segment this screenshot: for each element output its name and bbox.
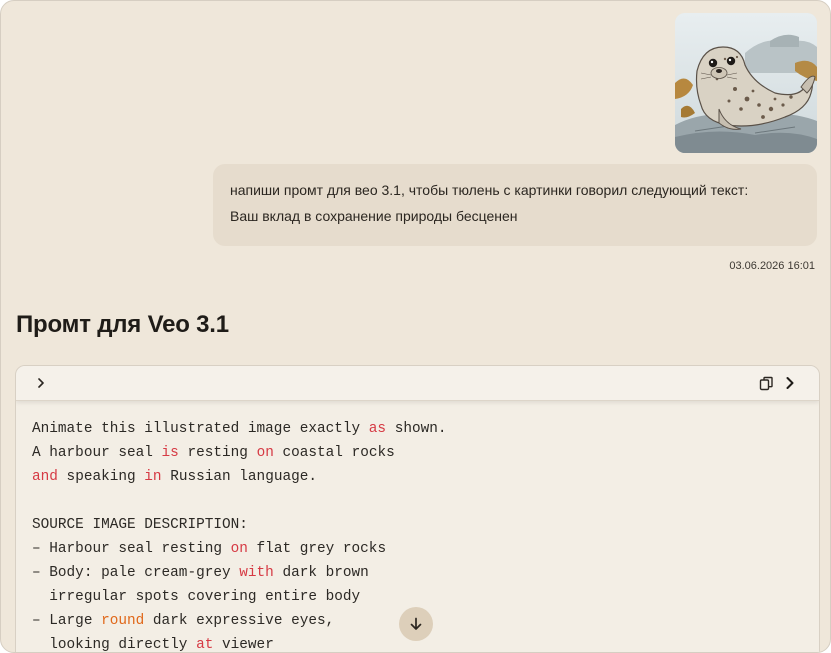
seal-illustration	[675, 13, 817, 153]
uploaded-seal-image[interactable]	[675, 13, 817, 153]
code-builtin: round	[101, 613, 145, 629]
code-line: irregular spots covering entire body	[32, 585, 819, 609]
code-text: Animate this illustrated image exactly	[32, 421, 369, 437]
code-keyword: with	[239, 565, 274, 581]
chat-window: напиши промт для вео 3.1, чтобы тюлень с…	[0, 0, 831, 653]
code-line: – Harbour seal resting on flat grey rock…	[32, 537, 819, 561]
message-timestamp: 03.06.2026 16:01	[729, 260, 815, 272]
code-keyword: is	[161, 445, 179, 461]
code-text: dark expressive eyes,	[144, 613, 335, 629]
code-line: A harbour seal is resting on coastal roc…	[32, 441, 819, 465]
code-text: coastal rocks	[273, 445, 395, 461]
code-text: – Harbour seal resting	[32, 541, 231, 557]
copy-icon	[759, 376, 773, 390]
copy-button[interactable]	[757, 374, 775, 392]
code-line: and speaking in Russian language.	[32, 465, 819, 489]
arrow-down-icon	[410, 617, 422, 630]
code-text: flat grey rocks	[247, 541, 387, 557]
chevron-right-icon	[786, 377, 794, 389]
expand-button[interactable]	[32, 374, 50, 392]
code-text: resting	[178, 445, 257, 461]
user-message-line: напиши промт для вео 3.1, чтобы тюлень с…	[230, 182, 749, 198]
code-keyword: on	[256, 445, 274, 461]
code-text: SOURCE IMAGE DESCRIPTION:	[32, 517, 248, 533]
code-keyword: on	[230, 541, 248, 557]
code-text: irregular spots covering entire body	[32, 589, 361, 605]
code-text: – Body: pale cream-grey	[32, 565, 240, 581]
open-canvas-button[interactable]	[781, 374, 799, 392]
response-heading: Промт для Veo 3.1	[16, 311, 229, 338]
code-text: dark brown	[273, 565, 369, 581]
code-toolbar	[16, 366, 819, 401]
code-keyword: as	[368, 421, 387, 437]
code-text: shown.	[386, 421, 447, 437]
code-keyword: in	[144, 469, 162, 485]
user-message-line: Ваш вклад в сохранение природы бесценен	[230, 208, 518, 224]
chevron-right-icon	[38, 378, 44, 388]
code-text: looking directly	[32, 637, 197, 653]
code-keyword: and	[32, 469, 58, 485]
code-text: A harbour seal	[32, 445, 162, 461]
code-text: Russian language.	[161, 469, 318, 485]
code-line: Animate this illustrated image exactly a…	[32, 417, 819, 441]
user-message-bubble: напиши промт для вео 3.1, чтобы тюлень с…	[213, 164, 817, 246]
code-keyword: at	[196, 637, 214, 653]
code-line: SOURCE IMAGE DESCRIPTION:	[32, 513, 819, 537]
scroll-down-button[interactable]	[399, 607, 433, 641]
code-text: – Large	[32, 613, 102, 629]
code-line: – Body: pale cream-grey with dark brown	[32, 561, 819, 585]
code-text: speaking	[57, 469, 145, 485]
code-text: viewer	[213, 637, 274, 653]
